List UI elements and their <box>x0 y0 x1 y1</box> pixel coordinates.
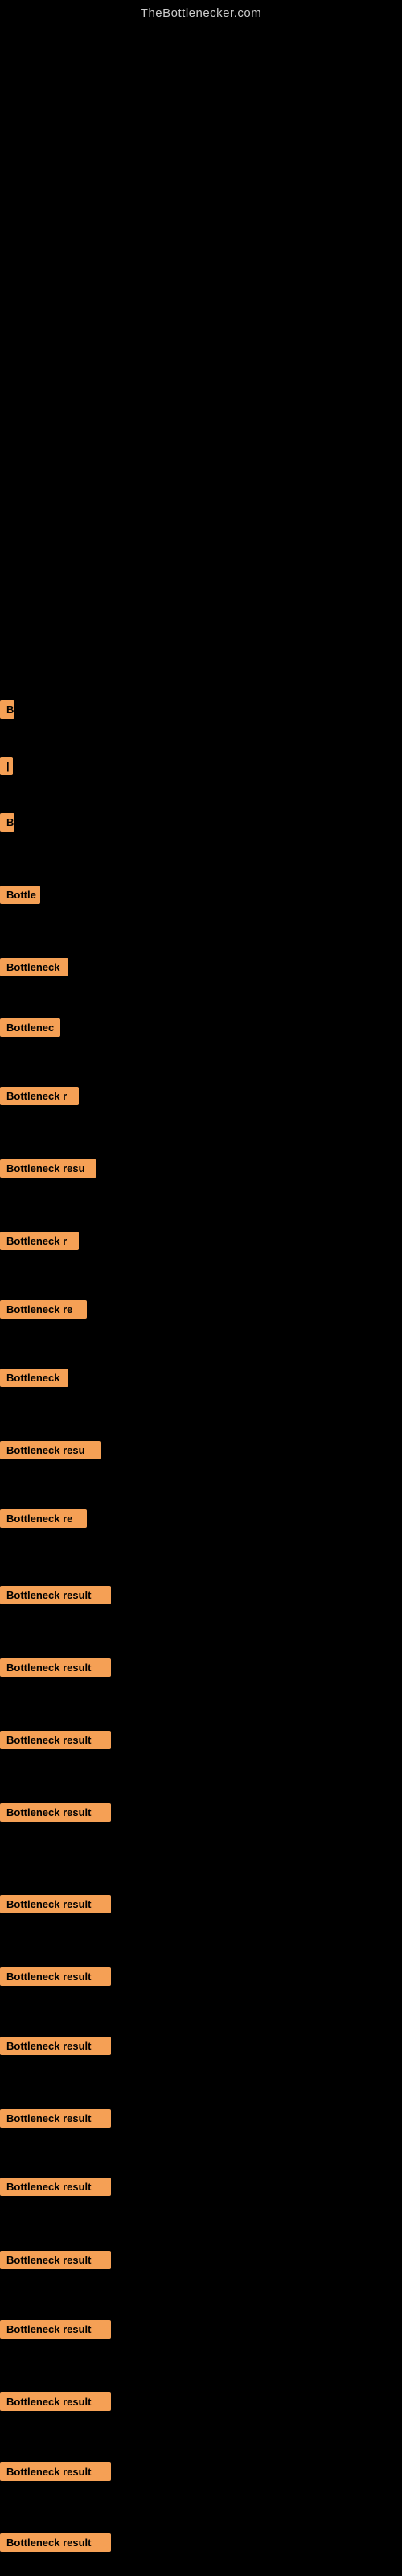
bottleneck-bar-21: Bottleneck result <box>0 2109 111 2128</box>
bottleneck-bar-15: Bottleneck result <box>0 1658 111 1677</box>
bottleneck-bar-7: Bottleneck r <box>0 1087 79 1105</box>
bottleneck-bar-8: Bottleneck resu <box>0 1159 96 1178</box>
bottleneck-bar-6: Bottlenec <box>0 1018 60 1037</box>
bottleneck-bar-12: Bottleneck resu <box>0 1441 100 1459</box>
bottleneck-bar-3: B <box>0 813 14 832</box>
bottleneck-bar-26: Bottleneck result <box>0 2462 111 2481</box>
bottleneck-bar-4: Bottle <box>0 886 40 904</box>
site-title: TheBottlenecker.com <box>0 0 402 20</box>
bottleneck-bar-14: Bottleneck result <box>0 1586 111 1604</box>
bottleneck-bar-9: Bottleneck r <box>0 1232 79 1250</box>
bottleneck-bar-22: Bottleneck result <box>0 2178 111 2196</box>
bottleneck-bar-5: Bottleneck <box>0 958 68 976</box>
bottleneck-bar-24: Bottleneck result <box>0 2320 111 2339</box>
bottleneck-bar-13: Bottleneck re <box>0 1509 87 1528</box>
bottleneck-bar-18: Bottleneck result <box>0 1895 111 1913</box>
bottleneck-bar-11: Bottleneck <box>0 1368 68 1387</box>
bottleneck-bar-25: Bottleneck result <box>0 2392 111 2411</box>
bottleneck-bar-2: | <box>0 757 13 775</box>
bottleneck-bar-27: Bottleneck result <box>0 2533 111 2552</box>
bottleneck-bar-23: Bottleneck result <box>0 2251 111 2269</box>
bottleneck-bar-19: Bottleneck result <box>0 1967 111 1986</box>
bottleneck-bar-20: Bottleneck result <box>0 2037 111 2055</box>
bottleneck-bar-10: Bottleneck re <box>0 1300 87 1319</box>
bottleneck-bar-17: Bottleneck result <box>0 1803 111 1822</box>
bottleneck-bar-16: Bottleneck result <box>0 1731 111 1749</box>
bottleneck-bar-1: B <box>0 700 14 719</box>
